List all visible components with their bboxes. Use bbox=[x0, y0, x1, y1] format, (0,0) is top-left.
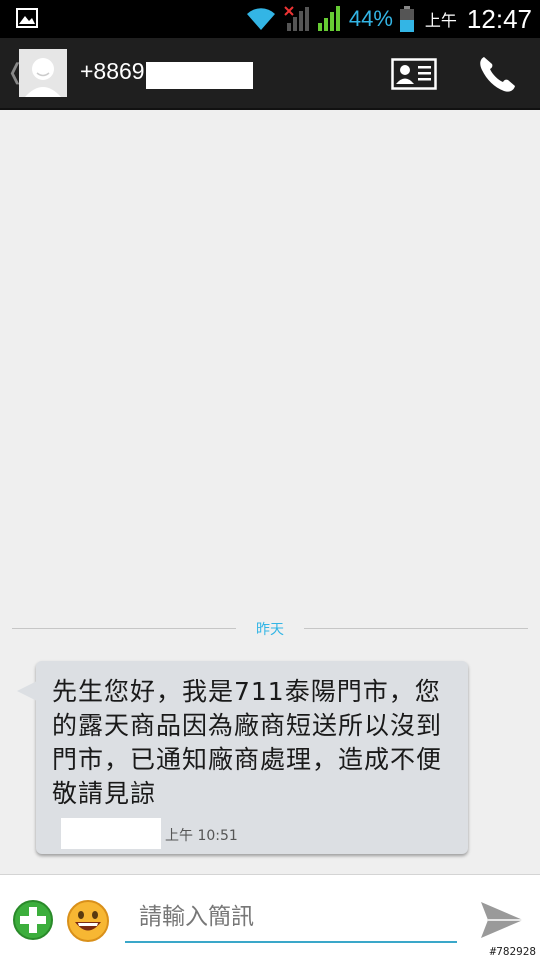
avatar-icon[interactable] bbox=[19, 49, 67, 97]
signal-icon bbox=[317, 6, 340, 31]
contact-number: +8869 bbox=[80, 58, 145, 84]
send-icon[interactable] bbox=[478, 899, 526, 941]
compose-bar: #782928 bbox=[0, 874, 540, 960]
bubble-tail bbox=[17, 681, 37, 701]
status-ampm: 上午 bbox=[424, 11, 457, 30]
action-bar: ❬ +8869 bbox=[0, 38, 540, 110]
redacted-sender bbox=[61, 818, 161, 849]
conversation-thread[interactable]: 昨天 先生您好，我是711泰陽門市，您的露天商品因為廠商短送所以沒到門市，已通知… bbox=[0, 110, 540, 874]
emoji-icon[interactable] bbox=[66, 899, 110, 943]
watermark: #782928 bbox=[489, 945, 536, 958]
phone-call-icon[interactable] bbox=[476, 54, 518, 94]
message-bubble[interactable]: 先生您好，我是711泰陽門市，您的露天商品因為廠商短送所以沒到門市，已通知廠商處… bbox=[17, 661, 468, 854]
status-time: 12:47 bbox=[466, 3, 532, 34]
status-bar: 44% 上午 12:47 bbox=[0, 0, 540, 38]
add-attachment-icon[interactable] bbox=[12, 899, 54, 941]
message-timestamp: 上午 10:51 bbox=[165, 828, 238, 844]
message-input[interactable] bbox=[125, 893, 457, 943]
message-text: 先生您好，我是711泰陽門市，您的露天商品因為廠商短送所以沒到門市，已通知廠商處… bbox=[52, 677, 443, 808]
date-label: 昨天 bbox=[256, 622, 284, 638]
date-divider: 昨天 bbox=[12, 619, 528, 639]
battery-icon bbox=[399, 6, 414, 32]
wifi-icon bbox=[246, 8, 275, 30]
redacted-number bbox=[146, 62, 253, 89]
contact-card-icon[interactable] bbox=[391, 58, 437, 90]
no-signal-icon bbox=[284, 6, 309, 31]
battery-percent: 44% bbox=[348, 6, 393, 31]
gallery-icon bbox=[16, 8, 38, 28]
